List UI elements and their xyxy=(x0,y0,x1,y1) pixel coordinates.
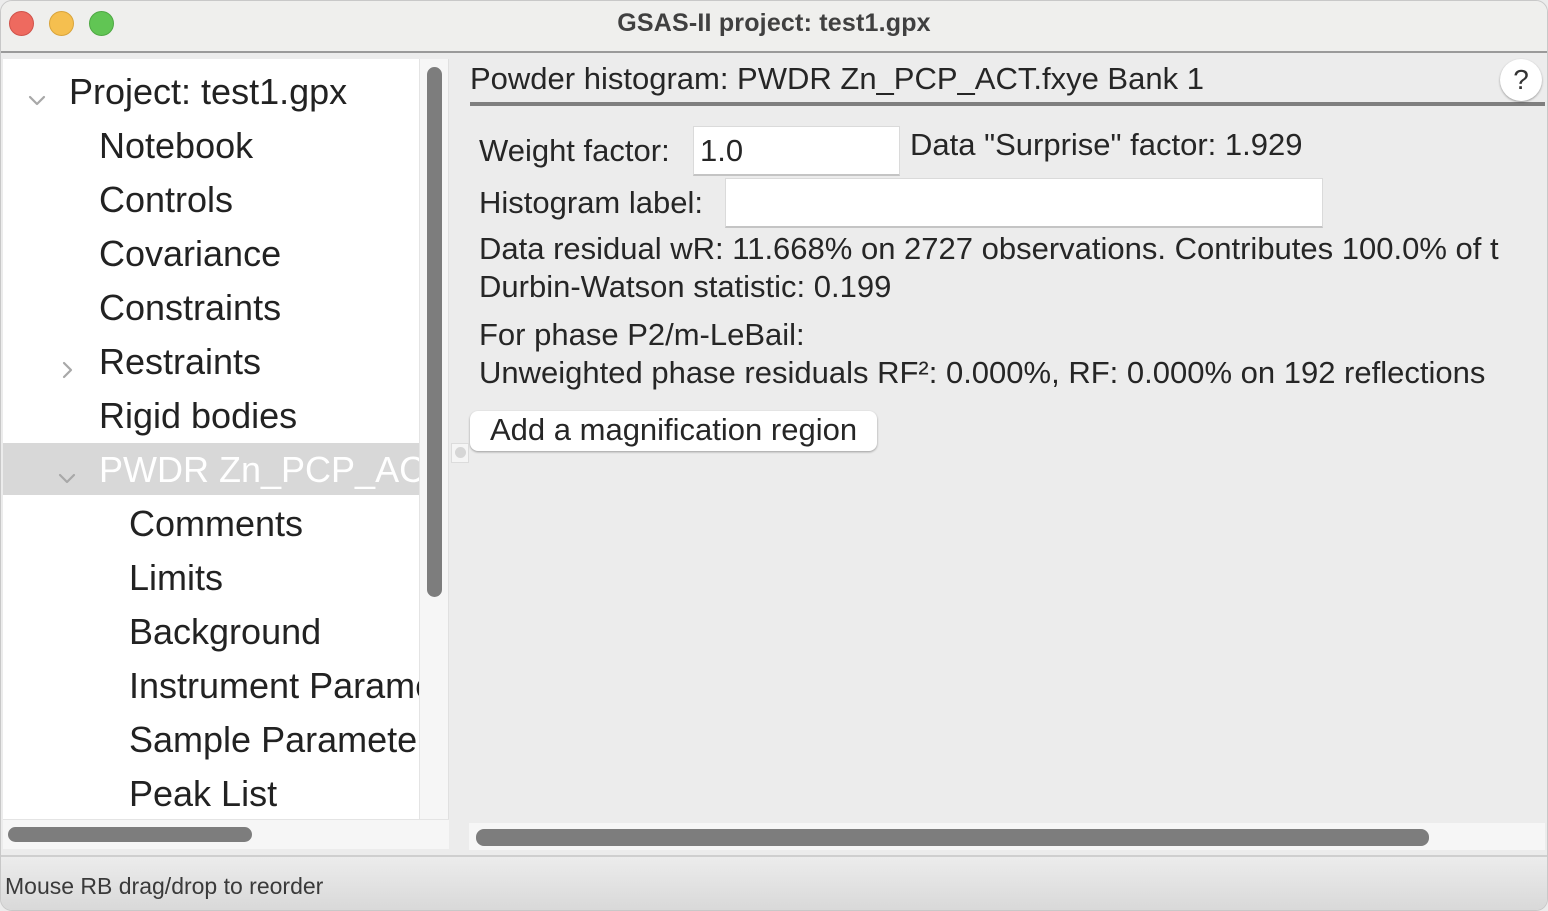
weight-factor-label: Weight factor: xyxy=(479,133,670,168)
tree-item-label: Instrument Parameters xyxy=(129,665,419,706)
panel-horizontal-scrollbar[interactable] xyxy=(469,823,1545,850)
title-bar: GSAS-II project: test1.gpx xyxy=(1,1,1547,53)
tree-item[interactable]: Instrument Parameters xyxy=(3,659,419,711)
tree-item-label: Notebook xyxy=(99,125,254,166)
chevron-down-icon[interactable] xyxy=(25,79,49,106)
help-button[interactable]: ? xyxy=(1500,59,1542,101)
tree-vertical-scrollbar[interactable] xyxy=(419,59,449,819)
phase-text: For phase P2/m-LeBail: xyxy=(479,317,805,352)
tree-item[interactable]: Limits xyxy=(3,551,419,603)
residual-text: Data residual wR: 11.668% on 2727 observ… xyxy=(479,231,1499,266)
status-bar: Mouse RB drag/drop to reorder xyxy=(1,855,1547,910)
tree-item-label: PWDR Zn_PCP_ACT.fxye Bank 1 xyxy=(99,449,419,490)
sash-handle-icon xyxy=(455,447,466,458)
tree-item[interactable]: Constraints xyxy=(3,281,419,333)
tree-item[interactable]: PWDR Zn_PCP_ACT.fxye Bank 1 xyxy=(3,443,419,495)
window-title: GSAS-II project: test1.gpx xyxy=(617,9,931,37)
tree-item-label: Restraints xyxy=(99,341,262,382)
add-magnification-region-button[interactable]: Add a magnification region xyxy=(470,411,878,451)
tree-item-label: Constraints xyxy=(99,287,282,328)
histogram-label-label: Histogram label: xyxy=(479,185,703,220)
status-text: Mouse RB drag/drop to reorder xyxy=(5,873,324,899)
tree-item-label: Covariance xyxy=(99,233,282,274)
title-divider xyxy=(470,102,1545,106)
tree-item-label: Peak List xyxy=(129,773,278,814)
tree-item[interactable]: Rigid bodies xyxy=(3,389,419,441)
splitter-sash[interactable] xyxy=(451,443,469,463)
histogram-panel: Powder histogram: PWDR Zn_PCP_ACT.fxye B… xyxy=(451,59,1547,849)
tree-item[interactable]: Sample Parameters xyxy=(3,713,419,765)
weight-factor-input[interactable] xyxy=(693,126,900,176)
chevron-right-icon[interactable] xyxy=(55,349,79,379)
panel-title: Powder histogram: PWDR Zn_PCP_ACT.fxye B… xyxy=(470,61,1204,96)
durbin-watson-text: Durbin-Watson statistic: 0.199 xyxy=(479,269,892,304)
data-tree[interactable]: Project: test1.gpx Notebook Controls Covari… xyxy=(3,59,419,819)
tree-item-label: Controls xyxy=(99,179,234,220)
tree-item-label: Rigid bodies xyxy=(99,395,298,436)
tree-item-label: Comments xyxy=(129,503,304,544)
tree-item[interactable]: Controls xyxy=(3,173,419,225)
tree-item-label: Project: test1.gpx xyxy=(69,71,348,112)
tree-item-label: Background xyxy=(129,611,322,652)
tree-horizontal-scrollbar[interactable] xyxy=(3,819,449,849)
surprise-factor-text: Data "Surprise" factor: 1.929 xyxy=(910,127,1303,162)
tree-item[interactable]: Project: test1.gpx xyxy=(3,65,419,117)
tree-item[interactable]: Peak List xyxy=(3,767,419,819)
panel-horizontal-scroll-thumb[interactable] xyxy=(476,829,1429,846)
tree-horizontal-scroll-thumb[interactable] xyxy=(8,827,252,842)
histogram-label-input[interactable] xyxy=(725,178,1323,228)
app-window: GSAS-II project: test1.gpx Project: test… xyxy=(0,0,1548,911)
tree-item-label: Sample Parameters xyxy=(129,719,419,760)
tree-item[interactable]: Covariance xyxy=(3,227,419,279)
chevron-down-icon[interactable] xyxy=(55,457,79,484)
tree-item[interactable]: Background xyxy=(3,605,419,657)
tree-item[interactable]: Restraints xyxy=(3,335,419,387)
tree-item-label: Limits xyxy=(129,557,224,598)
tree-item[interactable]: Notebook xyxy=(3,119,419,171)
tree-vertical-scroll-thumb[interactable] xyxy=(427,67,442,597)
phase-residuals-text: Unweighted phase residuals RF²: 0.000%, … xyxy=(479,355,1486,390)
tree-item[interactable]: Comments xyxy=(3,497,419,549)
